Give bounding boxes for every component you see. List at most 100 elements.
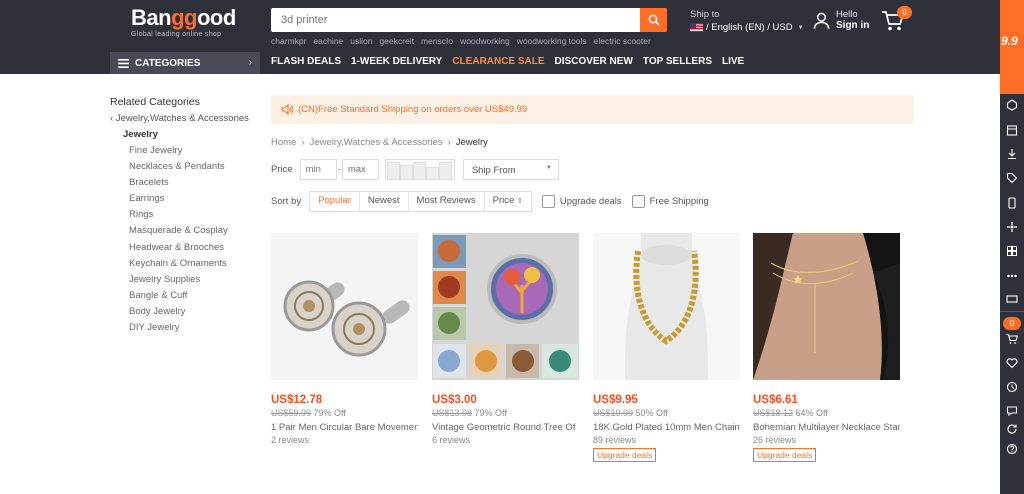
right-toolbar: 9.9 0 <box>1000 0 1024 494</box>
product-discount: 79% Off <box>474 408 507 418</box>
product-reviews[interactable]: 89 reviews <box>593 435 740 445</box>
product-title[interactable]: 1 Pair Men Circular Bare Movement <box>271 422 418 433</box>
logo-tagline: Global leading online shop <box>131 31 222 38</box>
sidebar-item-fine-jewelry[interactable]: Fine Jewelry <box>129 145 228 161</box>
coupon-icon[interactable] <box>1006 99 1018 111</box>
product-reviews[interactable]: 26 reviews <box>753 435 900 445</box>
account-signin[interactable]: Hello Sign in <box>812 9 869 31</box>
upgrade-deals-tag[interactable]: Upgrade deals <box>753 448 817 462</box>
price-filter: Price - Ship From ▼ <box>271 159 559 180</box>
sort-newest[interactable]: Newest <box>360 191 409 212</box>
product-card[interactable]: US$3.00 US$13.98 79% Off Vintage Geometr… <box>432 233 579 445</box>
product-image-cufflinks[interactable] <box>271 233 418 380</box>
cart-count-badge: 0 <box>897 6 912 19</box>
product-card[interactable]: US$12.78 US$59.99 79% Off 1 Pair Men Cir… <box>271 233 418 445</box>
hot-word-link[interactable]: uslion <box>350 36 372 46</box>
product-card[interactable]: US$6.61 US$18.12 64% Off Bohemian Multil… <box>753 233 900 463</box>
sidebar-item-rings[interactable]: Rings <box>129 209 228 225</box>
product-price: US$6.61 <box>753 394 798 406</box>
sidebar-item-jewelry-supplies[interactable]: Jewelry Supplies <box>129 274 228 290</box>
product-title[interactable]: 18K Gold Plated 10mm Men Chain <box>593 422 740 433</box>
nav-1-week-delivery[interactable]: 1-WEEK DELIVERY <box>351 56 442 67</box>
tag-icon[interactable] <box>1006 172 1018 184</box>
breadcrumb-home[interactable]: Home <box>271 137 296 148</box>
ship-to-value: / English (EN) / USD <box>706 22 793 33</box>
ship-from-dropdown[interactable]: Ship From ▼ <box>462 159 559 180</box>
sidebar-item-keychain-ornaments[interactable]: Keychain & Ornaments <box>129 258 228 274</box>
nav-flash-deals[interactable]: FLASH DEALS <box>271 56 341 67</box>
rail-cart-icon[interactable] <box>1006 333 1018 345</box>
nav-discover-new[interactable]: DISCOVER NEW <box>555 56 633 67</box>
hot-word-link[interactable]: geekcreit <box>379 36 414 46</box>
hot-word-link[interactable]: eachine <box>313 36 343 46</box>
ship-to-selector[interactable]: Ship to / English (EN) / USD ▼ <box>690 9 804 33</box>
caret-down-icon: ▼ <box>545 165 552 171</box>
nav-top-sellers[interactable]: TOP SELLERS <box>643 56 712 67</box>
sidebar-item-masquerade-cosplay[interactable]: Masquerade & Cosplay <box>129 225 228 241</box>
nav-live[interactable]: LIVE <box>722 56 744 67</box>
product-discount: 64% Off <box>795 408 828 418</box>
sort-price[interactable]: Price ⇕ <box>485 191 531 212</box>
upgrade-deals-tag[interactable]: Upgrade deals <box>593 448 657 462</box>
sidebar-parent-link[interactable]: ‹ Jewelry,Watches & Accessories <box>110 113 249 124</box>
phone-icon[interactable] <box>1006 197 1018 209</box>
download-icon[interactable] <box>1006 148 1018 160</box>
categories-menu-button[interactable]: CATEGORIES › <box>110 52 260 74</box>
product-image-tree-pendant[interactable] <box>432 233 579 380</box>
sort-options: Popular Newest Most Reviews Price ⇕ <box>309 191 532 212</box>
product-discount: 79% Off <box>313 408 346 418</box>
product-reviews[interactable]: 6 reviews <box>432 435 579 445</box>
sidebar-item-bracelets[interactable]: Bracelets <box>129 177 228 193</box>
banggood-logo[interactable]: Banggood Global leading online shop <box>131 6 241 39</box>
breadcrumb-parent[interactable]: Jewelry,Watches & Accessories <box>310 137 443 148</box>
sidebar-item-earrings[interactable]: Earrings <box>129 193 228 209</box>
product-old-price: US$13.98 <box>432 408 473 418</box>
upgrade-deals-checkbox[interactable]: Upgrade deals <box>541 195 622 208</box>
hot-word-link[interactable]: electric scooter <box>594 36 651 46</box>
chat-icon[interactable] <box>1006 405 1018 417</box>
site-header: Banggood Global leading online shop char… <box>0 0 1000 74</box>
nav-clearance-sale[interactable]: CLEARANCE SALE <box>452 56 544 67</box>
sidebar-item-bangle-cuff[interactable]: Bangle & Cuff <box>129 290 228 306</box>
sidebar-item-necklaces-pendants[interactable]: Necklaces & Pendants <box>129 161 228 177</box>
search-button[interactable] <box>640 8 667 32</box>
cart-button[interactable]: 0 <box>881 6 912 37</box>
search-input[interactable] <box>271 8 640 32</box>
search-icon <box>648 14 660 26</box>
help-icon[interactable] <box>1006 443 1018 455</box>
sort-most-reviews[interactable]: Most Reviews <box>409 191 485 212</box>
refresh-icon[interactable] <box>1006 423 1018 435</box>
price-histogram-filter[interactable] <box>384 159 455 180</box>
hot-word-link[interactable]: woodworking tools <box>517 36 587 46</box>
free-shipping-checkbox[interactable]: Free Shipping <box>631 195 709 208</box>
sidebar-item-diy-jewelry[interactable]: DIY Jewelry <box>129 322 228 338</box>
product-card[interactable]: US$9.95 US$19.99 50% Off 18K Gold Plated… <box>593 233 740 463</box>
hot-word-link[interactable]: woodworking <box>460 36 510 46</box>
product-image-bohemian-necklace[interactable] <box>753 233 900 380</box>
menu-icon <box>118 58 129 68</box>
heart-icon[interactable] <box>1006 357 1018 369</box>
sidebar-item-headwear-brooches[interactable]: Headwear & Brooches <box>129 242 228 258</box>
sort-popular[interactable]: Popular <box>310 191 360 212</box>
more-icon[interactable] <box>1006 270 1018 282</box>
product-price: US$12.78 <box>271 394 323 406</box>
clock-icon[interactable] <box>1006 381 1018 393</box>
hot-word-link[interactable]: menscIo <box>421 36 453 46</box>
search-bar <box>271 8 667 32</box>
coupon-ticket-icon[interactable] <box>1006 293 1018 305</box>
product-title[interactable]: Bohemian Multilayer Necklace Star <box>753 422 900 433</box>
signin-link[interactable]: Sign in <box>836 20 869 31</box>
product-image-gold-chain[interactable] <box>593 233 740 380</box>
sidebar-item-body-jewelry[interactable]: Body Jewelry <box>129 306 228 322</box>
grid-icon[interactable] <box>1006 245 1018 257</box>
product-title[interactable]: Vintage Geometric Round Tree Of <box>432 422 579 433</box>
calendar-icon[interactable] <box>1006 124 1018 136</box>
price-max-input[interactable] <box>341 159 379 180</box>
free-shipping-banner: (CN)Free Standard Shipping on orders ove… <box>271 95 914 124</box>
product-old-price: US$19.99 <box>593 408 634 418</box>
rail-promo-banner[interactable]: 9.9 <box>1000 0 1024 94</box>
price-min-input[interactable] <box>299 159 337 180</box>
hot-word-link[interactable]: charmkpr <box>271 36 306 46</box>
product-reviews[interactable]: 2 reviews <box>271 435 418 445</box>
fan-icon[interactable] <box>1006 221 1018 233</box>
